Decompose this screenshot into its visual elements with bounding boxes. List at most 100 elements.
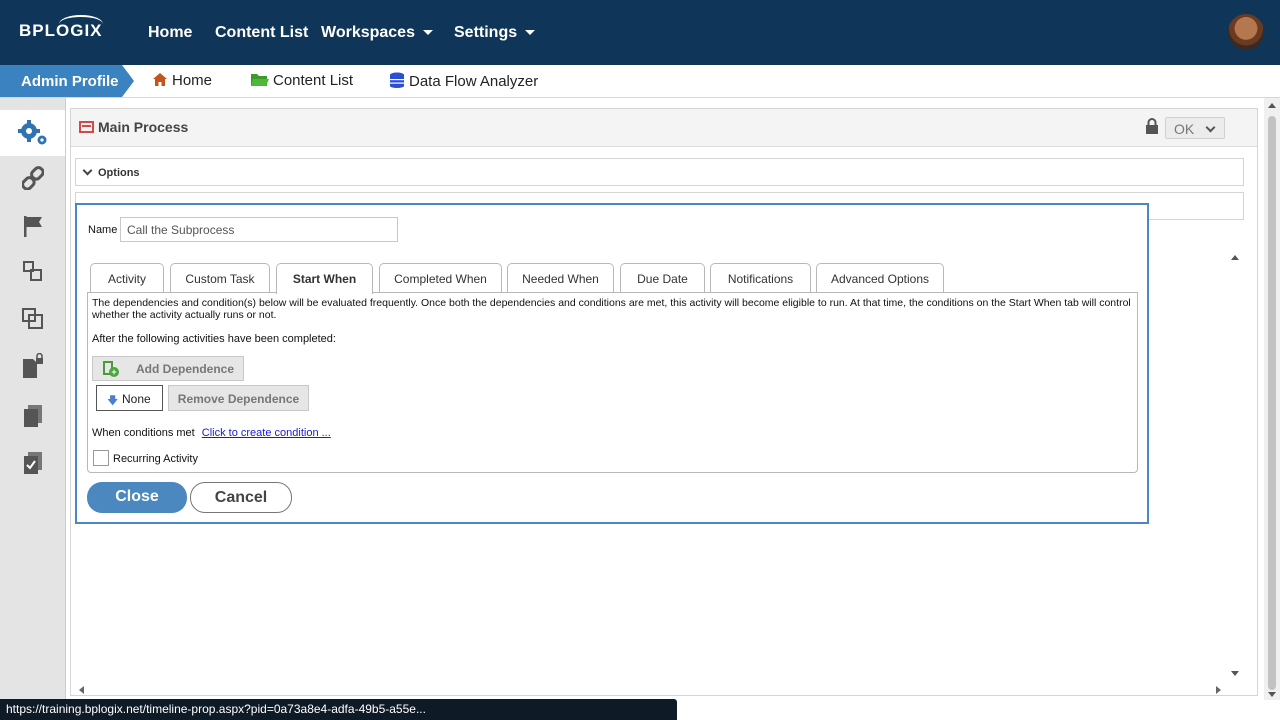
scrollbar-thumb[interactable] [1268, 116, 1276, 690]
options-section[interactable]: Options [75, 158, 1244, 186]
scroll-down-icon[interactable] [1268, 692, 1276, 697]
tab-activity[interactable]: Activity [90, 263, 164, 292]
bplogix-logo[interactable]: BPLOGIX [19, 15, 103, 41]
recurring-activity-label: Recurring Activity [113, 453, 198, 465]
tab-due-date[interactable]: Due Date [620, 263, 705, 292]
document-lock-icon [22, 353, 43, 378]
nav-content-list[interactable]: Content List [215, 24, 308, 42]
remove-dependence-label: Remove Dependence [177, 392, 300, 406]
admin-profile-tab[interactable]: Admin Profile [0, 65, 134, 97]
gears-icon [17, 120, 46, 145]
tab-completed-when-label: Completed When [394, 272, 487, 286]
subnav-home[interactable]: Home [152, 72, 212, 91]
folder-icon [250, 72, 269, 91]
process-icon [79, 121, 94, 133]
start-when-panel: The dependencies and condition(s) below … [87, 292, 1138, 473]
logo-arc [59, 15, 103, 33]
ok-dropdown-button[interactable]: OK [1165, 117, 1225, 139]
tab-completed-when[interactable]: Completed When [379, 263, 502, 292]
pages-icon [23, 405, 42, 427]
recurring-activity-checkbox[interactable] [93, 450, 109, 466]
inner-scroll-down-icon[interactable] [1231, 671, 1239, 676]
tab-notifications[interactable]: Notifications [710, 263, 811, 292]
tab-custom-task-label: Custom Task [185, 272, 255, 286]
activity-properties-dialog: Name Activity Custom Task Start When Com… [75, 203, 1149, 524]
create-condition-link[interactable]: Click to create condition ... [202, 427, 331, 439]
tab-advanced-options[interactable]: Advanced Options [816, 263, 944, 292]
options-label: Options [98, 167, 140, 179]
plus-icon: + [109, 367, 119, 377]
database-icon [389, 72, 405, 92]
sidebar-item-forms[interactable] [0, 393, 65, 439]
scroll-right-icon[interactable] [1216, 686, 1221, 694]
activity-name-input[interactable] [120, 217, 398, 242]
cancel-button[interactable]: Cancel [190, 482, 292, 513]
nav-settings[interactable]: Settings [454, 24, 536, 42]
user-avatar[interactable] [1228, 14, 1264, 50]
ok-label: OK [1174, 121, 1195, 137]
page-vertical-scrollbar[interactable] [1264, 98, 1280, 700]
page-title: Main Process [98, 119, 189, 135]
conditions-label: When conditions met [92, 427, 195, 439]
tab-needed-when[interactable]: Needed When [507, 263, 614, 292]
sub-navbar: Admin Profile Home Content List Data Flo… [0, 65, 1280, 98]
start-when-description: The dependencies and condition(s) below … [92, 297, 1131, 321]
chevron-down-icon [525, 30, 536, 36]
nav-workspaces-label: Workspaces [321, 24, 415, 41]
tab-advanced-options-label: Advanced Options [830, 272, 930, 286]
nav-workspaces[interactable]: Workspaces [321, 24, 433, 42]
sidebar-item-links[interactable] [0, 155, 65, 201]
sidebar-item-milestones[interactable] [0, 203, 65, 249]
horizontal-scrollbar[interactable] [66, 681, 1226, 699]
tab-needed-when-label: Needed When [522, 272, 599, 286]
admin-profile-label: Admin Profile [21, 73, 119, 90]
subnav-home-label: Home [172, 72, 213, 89]
browser-status-url: https://training.bplogix.net/timeline-pr… [0, 699, 677, 720]
scroll-left-icon[interactable] [79, 686, 84, 694]
dependence-value: None [122, 392, 151, 406]
tab-custom-task[interactable]: Custom Task [170, 263, 270, 292]
nav-home-label: Home [148, 24, 193, 41]
lock-icon[interactable] [1145, 118, 1159, 134]
left-sidebar [0, 98, 66, 700]
after-activities-text: After the following activities have been… [92, 333, 336, 345]
link-icon [21, 166, 44, 190]
scroll-up-icon[interactable] [1268, 103, 1276, 108]
subnav-content-list[interactable]: Content List [250, 72, 353, 91]
inner-scroll-up-icon[interactable] [1231, 255, 1239, 260]
subnav-data-flow-analyzer-label: Data Flow Analyzer [409, 73, 539, 90]
sidebar-item-subprocess[interactable] [0, 248, 65, 294]
dependence-select[interactable]: 🡇 None [96, 385, 163, 411]
tab-notifications-label: Notifications [727, 272, 794, 286]
nav-settings-label: Settings [454, 24, 518, 41]
remove-dependence-button[interactable]: Remove Dependence [168, 385, 309, 411]
nav-content-list-label: Content List [215, 24, 309, 41]
tab-start-when[interactable]: Start When [276, 263, 373, 294]
sidebar-item-settings[interactable] [0, 110, 65, 156]
chevron-down-icon [82, 165, 93, 176]
close-label: Close [115, 488, 159, 505]
sidebar-item-documents[interactable] [0, 343, 65, 389]
chevron-down-icon [422, 30, 433, 36]
checklist-icon [23, 452, 42, 474]
close-button[interactable]: Close [87, 482, 187, 513]
home-icon [152, 72, 168, 91]
subprocess-icon [22, 261, 42, 281]
sidebar-item-tasks[interactable] [0, 440, 65, 486]
add-dependence-label: Add Dependence [136, 362, 235, 376]
tab-activity-label: Activity [107, 272, 146, 286]
nav-home[interactable]: Home [148, 24, 192, 42]
tab-due-date-label: Due Date [637, 272, 688, 286]
flag-icon [23, 216, 42, 237]
conditions-row: When conditions met Click to create cond… [92, 427, 331, 439]
tab-start-when-label: Start When [292, 272, 357, 286]
panel-header: Main Process OK [71, 109, 1257, 147]
sidebar-item-copy[interactable] [0, 296, 65, 342]
subnav-data-flow-analyzer[interactable]: Data Flow Analyzer [389, 72, 538, 92]
arrow-down-icon: 🡇 [107, 395, 119, 407]
top-navbar: BPLOGIX Home Content List Workspaces Set… [0, 0, 1280, 65]
add-dependence-button[interactable]: + Add Dependence [92, 356, 244, 381]
layers-icon [21, 308, 43, 329]
chevron-down-icon [1205, 122, 1216, 133]
name-label: Name [88, 224, 118, 236]
